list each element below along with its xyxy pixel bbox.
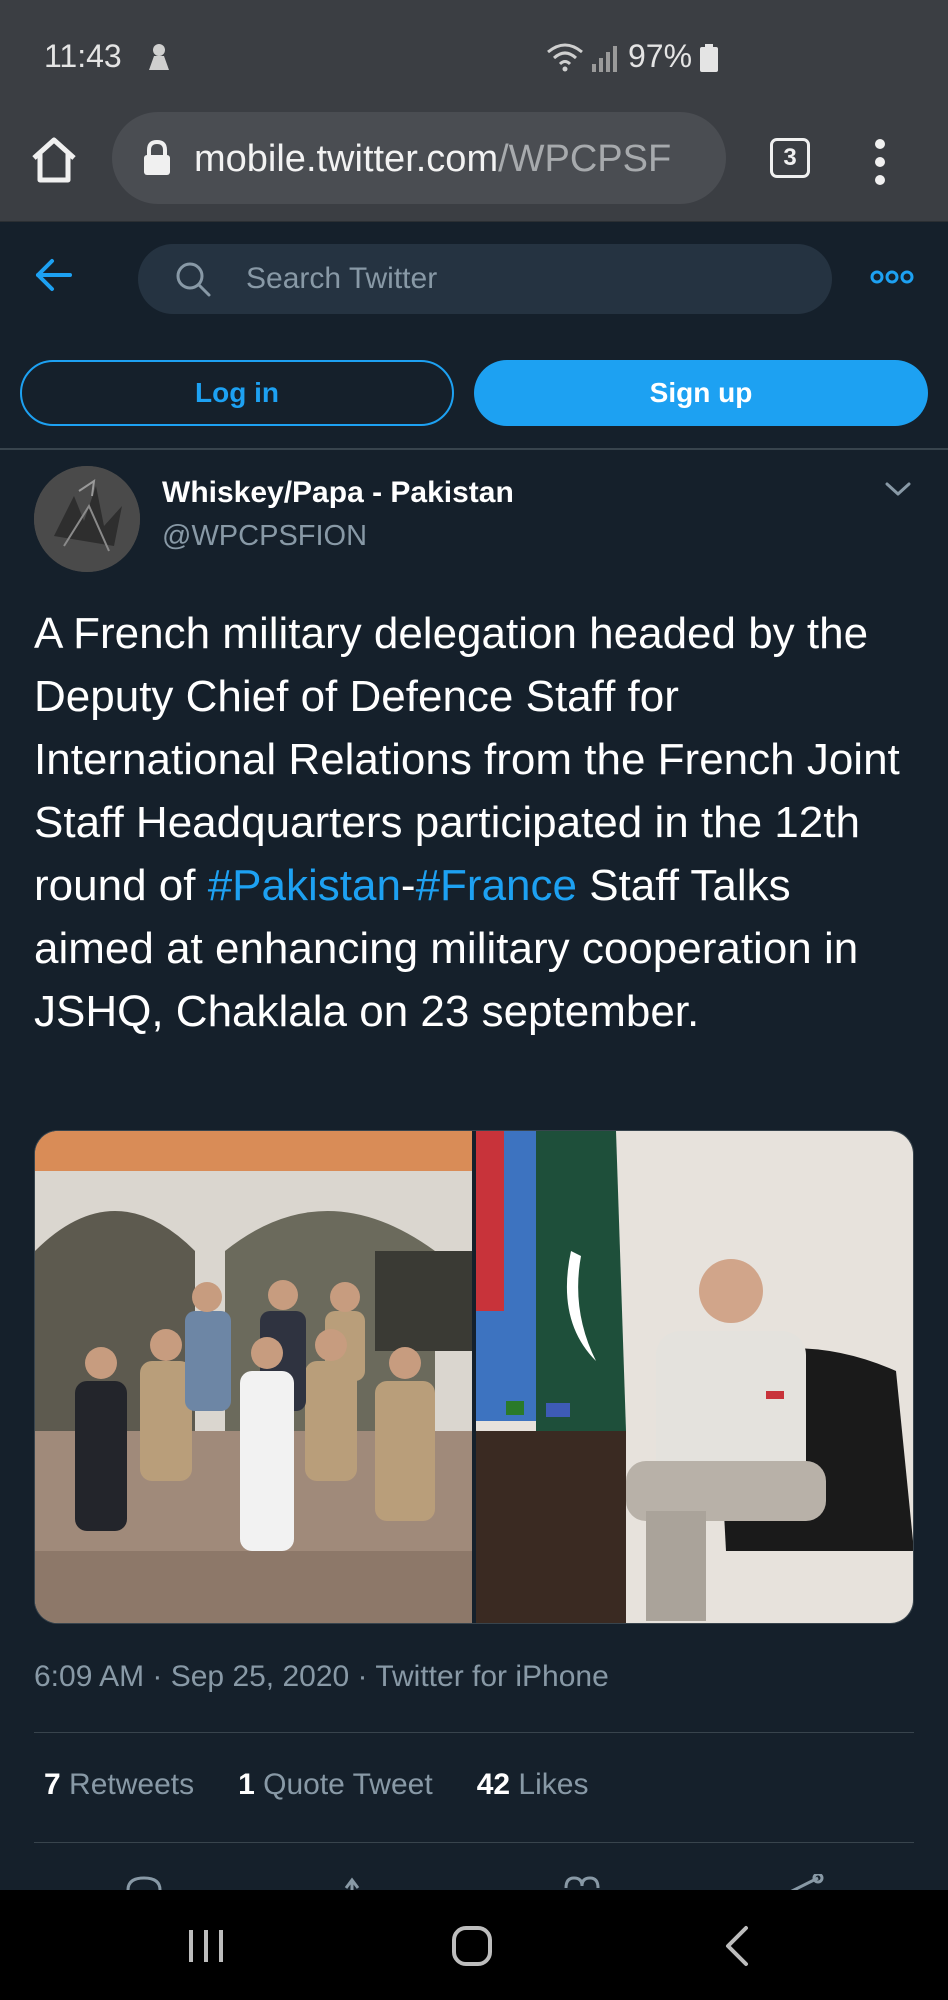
url-text: mobile.twitter.com/WPCPSF <box>194 138 714 181</box>
hashtag-separator: - <box>400 861 416 910</box>
retweets-label: Retweets <box>69 1768 195 1801</box>
tweet-stats: 7 Retweets 1 Quote Tweet 42 Likes <box>44 1768 588 1802</box>
url-path: /WPCPSF <box>498 138 672 180</box>
login-button[interactable]: Log in <box>20 360 454 426</box>
divider <box>34 1842 914 1843</box>
display-name[interactable]: Whiskey/Papa - Pakistan <box>162 476 514 510</box>
nav-back-icon <box>726 1926 748 1966</box>
retweet-icon[interactable] <box>340 1874 384 1890</box>
tab-switcher-button[interactable]: 3 <box>770 138 810 178</box>
back-arrow-icon <box>36 259 72 291</box>
quote-tweets-stat[interactable]: 1 Quote Tweet <box>238 1768 433 1802</box>
tweet-media <box>34 1130 914 1624</box>
search-icon <box>174 260 212 303</box>
address-bar[interactable]: mobile.twitter.com/WPCPSF <box>112 112 726 204</box>
search-input[interactable]: Search Twitter <box>138 244 832 314</box>
hashtag-france[interactable]: #France <box>416 861 577 910</box>
battery-icon <box>700 44 718 77</box>
recent-apps-icon <box>189 1930 223 1962</box>
status-time: 11:43 <box>44 38 122 74</box>
tweet-options-button[interactable] <box>884 480 912 503</box>
home-button[interactable] <box>28 134 84 190</box>
status-bar: 11:43 97% <box>0 0 948 110</box>
avatar[interactable] <box>34 466 140 572</box>
user-handle[interactable]: @WPCPSFION <box>162 520 367 553</box>
reply-icon[interactable] <box>124 1874 164 1890</box>
quote-tweets-label: Quote Tweet <box>263 1768 433 1801</box>
twitter-header: Search Twitter Log in Sign up <box>0 222 948 450</box>
recent-apps-button[interactable] <box>186 1926 226 1971</box>
wifi-icon <box>546 42 584 77</box>
home-icon <box>32 137 76 183</box>
browser-menu-button[interactable] <box>866 138 894 186</box>
browser-toolbar: mobile.twitter.com/WPCPSF 3 <box>0 110 948 222</box>
share-icon[interactable] <box>784 1874 824 1890</box>
like-icon[interactable] <box>562 1874 602 1890</box>
quote-tweets-count: 1 <box>238 1768 255 1801</box>
signal-icon <box>590 44 620 77</box>
chevron-down-icon <box>885 482 911 496</box>
likes-count: 42 <box>476 1768 511 1801</box>
retweets-count: 7 <box>44 1768 61 1801</box>
nav-home-button[interactable] <box>450 1924 494 1973</box>
search-placeholder: Search Twitter <box>246 262 438 295</box>
tweet-actions <box>0 1870 948 1890</box>
android-nav-bar <box>0 1890 948 2000</box>
signup-button[interactable]: Sign up <box>474 360 928 426</box>
tweet-timestamp[interactable]: 6:09 AM · Sep 25, 2020 · Twitter for iPh… <box>34 1660 609 1694</box>
divider <box>34 1732 914 1733</box>
back-button[interactable] <box>34 258 74 297</box>
retweets-stat[interactable]: 7 Retweets <box>44 1768 194 1802</box>
kebab-menu-icon <box>875 139 885 185</box>
photo-meeting-officer[interactable] <box>476 1131 913 1623</box>
photo-group-delegation[interactable] <box>35 1131 472 1623</box>
more-options-button[interactable] <box>870 270 914 289</box>
url-host: mobile.twitter.com <box>194 138 499 180</box>
hashtag-pakistan[interactable]: #Pakistan <box>208 861 401 910</box>
likes-stat[interactable]: 42 Likes <box>477 1768 589 1802</box>
more-dots-icon <box>870 270 914 284</box>
nav-home-icon <box>452 1926 492 1966</box>
tweet-text: A French military delegation headed by t… <box>34 602 914 1043</box>
likes-label: Likes <box>518 1768 589 1801</box>
nav-back-button[interactable] <box>722 1924 752 1973</box>
notification-icon <box>146 42 172 77</box>
lock-icon <box>142 139 172 181</box>
battery-percentage: 97% <box>628 38 693 74</box>
